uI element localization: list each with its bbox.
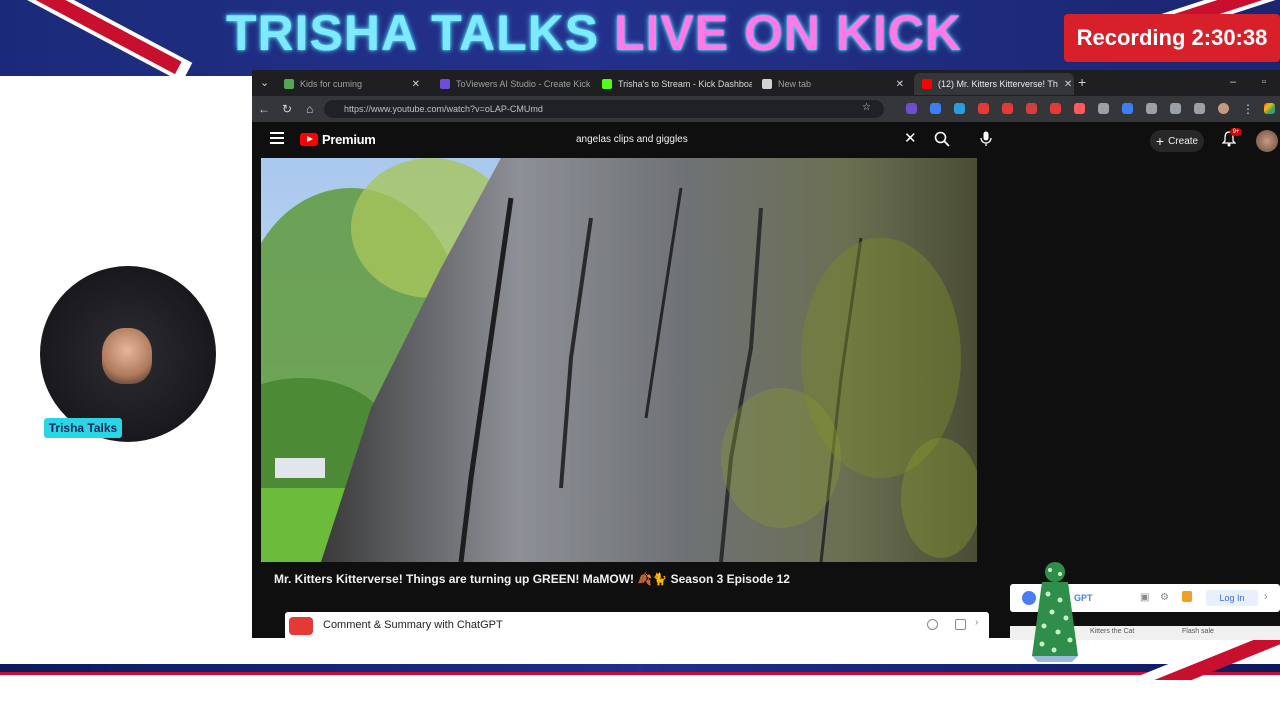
extension-icon[interactable] (1098, 103, 1109, 114)
tab-favicon-icon (762, 79, 772, 89)
search-input[interactable]: angelas clips and giggles (576, 134, 688, 145)
back-icon[interactable]: ← (258, 102, 270, 116)
extension-icon[interactable] (1074, 103, 1085, 114)
google-icon[interactable] (1264, 103, 1275, 114)
address-bar-row: ← ↻ ⌂ https://www.youtube.com/watch?v=oL… (252, 96, 1280, 122)
bookmark-star-icon[interactable]: ☆ (862, 102, 871, 113)
youtube-logo-text: Premium (322, 132, 376, 147)
tab-search-icon[interactable]: ⌄ (260, 76, 269, 89)
new-tab-button[interactable]: + (1078, 74, 1086, 90)
stream-overlay: TRISHA TALKS LIVE ON KICK Recording 2:30… (0, 0, 1280, 720)
browser-tab[interactable]: ToViewers AI Studio - Create Kick ✕ (432, 73, 590, 95)
chatgpt-extension-icon (289, 617, 313, 635)
notification-count-badge: 9+ (1230, 128, 1242, 136)
tab-label: (12) Mr. Kitters Kitterverse! Th (938, 79, 1058, 89)
chevron-right-icon[interactable]: › (1264, 591, 1268, 603)
maximize-icon[interactable]: ▫ (1262, 76, 1266, 88)
extension-icon[interactable] (1194, 103, 1205, 114)
create-button[interactable]: + Create (1150, 130, 1204, 152)
tab-close-icon[interactable]: ✕ (1058, 79, 1072, 90)
chatgpt-summary-label: Comment & Summary with ChatGPT (323, 619, 503, 631)
tab-favicon-icon (602, 79, 612, 89)
video-frame (261, 158, 977, 562)
flag-band-red (0, 672, 1280, 675)
plugin-chip[interactable]: Kitters the Cat (1090, 628, 1134, 635)
extension-icon[interactable] (1050, 103, 1061, 114)
extension-icon[interactable] (978, 103, 989, 114)
tab-close-icon[interactable]: ✕ (406, 79, 420, 90)
extension-icon[interactable] (1122, 103, 1133, 114)
tab-label: New tab (778, 79, 812, 89)
streamer-name-tag: Trisha Talks (44, 418, 122, 438)
video-player[interactable] (261, 158, 977, 562)
bottom-flag-strip (0, 640, 1280, 680)
hamburger-menu-icon[interactable] (270, 132, 284, 144)
create-label: Create (1168, 135, 1199, 147)
gift-icon[interactable] (1182, 591, 1192, 602)
youtube-play-icon (300, 133, 318, 146)
plus-icon: + (1155, 133, 1165, 149)
extension-icon[interactable] (930, 103, 941, 114)
openai-icon[interactable] (927, 619, 938, 630)
plugin-chip[interactable]: Flash sale (1182, 628, 1214, 635)
extension-icon[interactable] (1170, 103, 1181, 114)
reload-icon[interactable]: ↻ (282, 102, 292, 116)
banner-title: TRISHA TALKS LIVE ON KICK (226, 4, 962, 62)
banner-title-part2: LIVE ON KICK (614, 5, 963, 61)
flag-band (0, 664, 1280, 672)
extension-icon[interactable] (954, 103, 965, 114)
extension-icon[interactable] (1002, 103, 1013, 114)
tab-favicon-icon (922, 79, 932, 89)
extension-icon[interactable] (906, 103, 917, 114)
spotted-mascot-icon (1032, 562, 1078, 662)
clear-search-icon[interactable]: ✕ (904, 129, 917, 147)
microphone-icon[interactable] (980, 131, 992, 147)
tab-label: Kids for cuming (300, 79, 363, 89)
tab-favicon-icon (440, 79, 450, 89)
browser-window: ⌄ Kids for cuming ✕ ToViewers AI Studio … (252, 70, 1280, 638)
settings-icon[interactable]: ⚙ (1160, 592, 1169, 603)
video-title: Mr. Kitters Kitterverse! Things are turn… (274, 572, 790, 586)
webcam-circle (40, 266, 216, 442)
tab-label: ToViewers AI Studio - Create Kick (456, 79, 590, 89)
url-field[interactable]: https://www.youtube.com/watch?v=oLAP-CMU… (324, 100, 884, 118)
home-icon[interactable]: ⌂ (306, 102, 313, 116)
browser-menu-icon[interactable]: ⋮ (1242, 102, 1254, 116)
search-icon[interactable] (934, 131, 950, 147)
recording-timer: Recording 2:30:38 (1064, 14, 1280, 62)
youtube-logo[interactable]: Premium (300, 132, 376, 147)
extension-icon[interactable] (1026, 103, 1037, 114)
browser-tab[interactable]: Kids for cuming ✕ (276, 73, 428, 95)
profile-avatar-icon[interactable] (1218, 103, 1229, 114)
chatgpt-summary-bar[interactable]: Comment & Summary with ChatGPT › (285, 612, 989, 638)
tab-close-icon[interactable]: ✕ (890, 79, 904, 90)
webcam-person (102, 328, 152, 384)
account-avatar[interactable] (1256, 130, 1278, 152)
stream-banner: TRISHA TALKS LIVE ON KICK Recording 2:30… (0, 0, 1280, 76)
minimize-icon[interactable]: – (1230, 76, 1236, 88)
tab-label: Trisha's to Stream - Kick Dashboard (618, 79, 752, 89)
browser-tab-active[interactable]: (12) Mr. Kitters Kitterverse! Th ✕ (914, 73, 1074, 95)
browser-tab[interactable]: Trisha's to Stream - Kick Dashboard ✕ (594, 73, 752, 95)
copy-icon[interactable] (955, 619, 966, 630)
tab-favicon-icon (284, 79, 294, 89)
extension-icon[interactable] (1146, 103, 1157, 114)
tab-strip: ⌄ Kids for cuming ✕ ToViewers AI Studio … (252, 70, 1280, 96)
login-button[interactable]: Log In (1206, 590, 1258, 606)
url-text: https://www.youtube.com/watch?v=oLAP-CMU… (344, 104, 543, 114)
screenshot-icon[interactable]: ▣ (1140, 592, 1149, 603)
browser-tab[interactable]: New tab ✕ (754, 73, 912, 95)
banner-title-part1: TRISHA TALKS (226, 5, 600, 61)
chevron-right-icon[interactable]: › (975, 617, 978, 628)
youtube-header: Premium angelas clips and giggles ✕ + Cr… (252, 122, 1280, 158)
